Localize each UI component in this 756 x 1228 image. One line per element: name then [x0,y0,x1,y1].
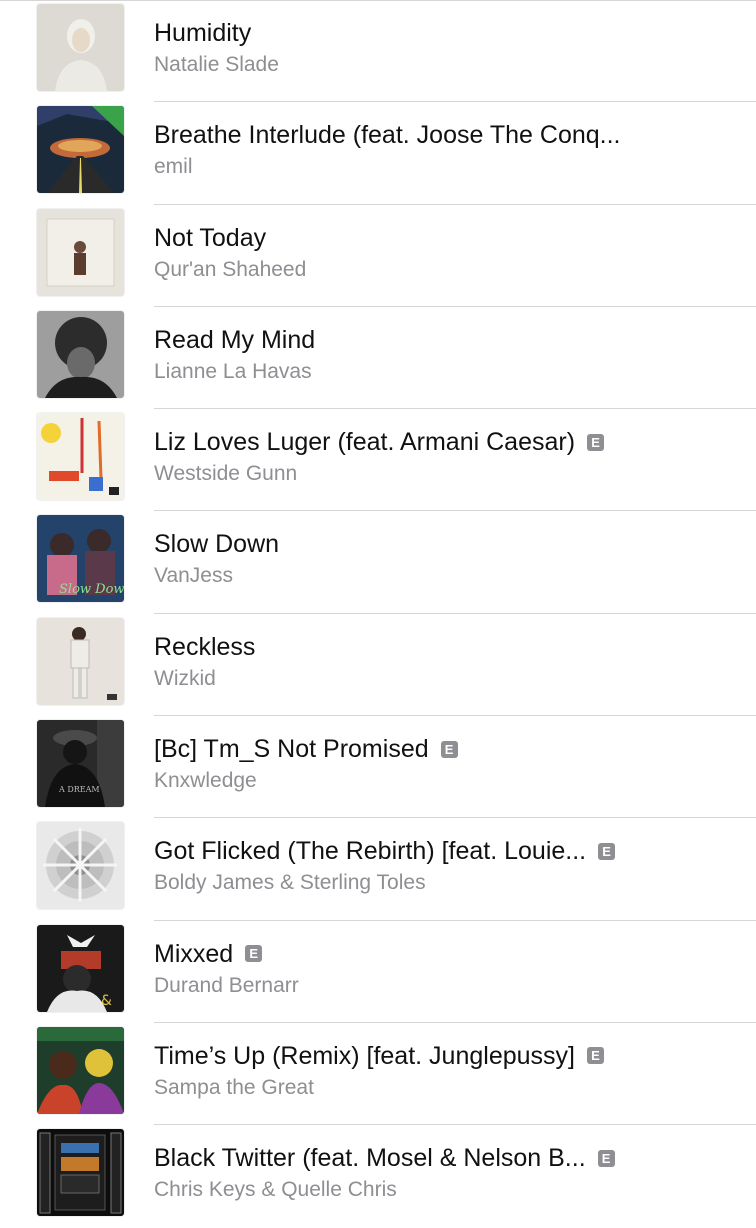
song-row[interactable]: Got Flicked (The Rebirth) [feat. Louie..… [0,818,756,921]
album-artwork[interactable] [37,1026,124,1114]
song-row[interactable]: Time’s Up (Remix) [feat. Junglepussy] E … [0,1023,756,1126]
explicit-badge: E [586,1047,604,1065]
explicit-badge: E [598,842,616,860]
song-row[interactable]: & Mixxed E Durand Bernarr [0,921,756,1023]
song-title: Time’s Up (Remix) [feat. Junglepussy] E [154,1041,744,1071]
explicit-badge: E [440,740,458,758]
song-row[interactable]: Breathe Interlude (feat. Joose The Conq.… [0,102,756,205]
song-row[interactable]: Read My Mind Lianne La Havas [0,307,756,410]
album-artwork-image [37,310,124,398]
album-artwork-image: A DREAM [37,720,124,808]
album-artwork-image [37,1129,124,1217]
song-row[interactable]: Liz Loves Luger (feat. Armani Caesar) E … [0,409,756,512]
song-list: Humidity Natalie Slade Breathe Interlude… [0,0,756,1228]
album-artwork[interactable] [37,413,124,501]
song-title-text: [Bc] Tm_S Not Promised [154,735,429,764]
song-title: Read My Mind [154,325,744,355]
song-title: Slow Down [154,529,744,559]
album-artwork[interactable] [37,106,124,194]
song-artist: Qur'an Shaheed [154,257,307,281]
song-title: Mixxed E [154,939,744,969]
song-artist: Wizkid [154,666,216,690]
album-artwork[interactable]: & [37,924,124,1012]
song-artist: VanJess [154,564,233,588]
song-artist: Chris Keys & Quelle Chris [154,1178,397,1202]
song-artist: Sampa the Great [154,1075,314,1099]
song-title-text: Black Twitter (feat. Mosel & Nelson B... [154,1144,586,1173]
song-title-text: Got Flicked (The Rebirth) [feat. Louie..… [154,837,587,866]
song-artist: Knxwledge [154,769,257,793]
song-row[interactable]: Black Twitter (feat. Mosel & Nelson B...… [0,1125,756,1227]
song-artist: Westside Gunn [154,462,298,486]
song-row[interactable]: Slow Down Slow Down VanJess [0,511,756,614]
album-artwork[interactable]: Slow Down [37,515,124,603]
song-title-text: Reckless [154,632,256,661]
song-artist: emil [154,155,193,179]
album-artwork-image [37,1026,124,1114]
album-artwork-image [37,617,124,705]
song-title-text: Slow Down [154,530,280,559]
song-title-text: Not Today [154,223,267,252]
album-artwork[interactable] [37,617,124,705]
song-title: Breathe Interlude (feat. Joose The Conq.… [154,120,744,150]
album-artwork-image: & [37,924,124,1012]
song-title: Black Twitter (feat. Mosel & Nelson B...… [154,1143,744,1173]
explicit-badge: E [597,1149,615,1167]
vanjess-artwork-text: Slow Down [59,582,124,597]
album-artwork[interactable] [37,1129,124,1217]
svg-text:&: & [101,993,112,1009]
song-title-text: Humidity [154,19,252,47]
album-artwork-image: Slow Down [37,515,124,603]
album-artwork-image [37,413,124,501]
song-row[interactable]: Not Today Qur'an Shaheed [0,205,756,307]
song-title: Not Today [154,223,744,253]
song-title-text: Breathe Interlude (feat. Joose The Conq.… [154,121,621,150]
song-artist: Boldy James & Sterling Toles [154,871,426,895]
album-artwork[interactable] [37,4,124,91]
song-title-text: Read My Mind [154,325,316,354]
song-title-text: Mixxed [154,939,234,968]
song-artist: Lianne La Havas [154,359,312,383]
album-artwork[interactable] [37,310,124,398]
song-row[interactable]: Reckless Wizkid [0,614,756,717]
knxwledge-artwork-text: A DREAM [58,785,100,794]
song-artist: Durand Bernarr [154,973,299,997]
song-row[interactable]: A DREAM [Bc] Tm_S Not Promised E Knxwled… [0,716,756,819]
album-artwork[interactable]: A DREAM [37,720,124,808]
explicit-badge: E [587,433,605,451]
song-title-text: Liz Loves Luger (feat. Armani Caesar) [154,428,576,457]
song-title: Liz Loves Luger (feat. Armani Caesar) E [154,427,744,457]
album-artwork[interactable] [37,822,124,910]
song-title: Got Flicked (The Rebirth) [feat. Louie..… [154,836,744,866]
song-row[interactable]: Humidity Natalie Slade [0,0,756,103]
album-artwork-image [37,822,124,910]
song-title: Humidity [154,18,744,48]
album-artwork-image [37,4,124,91]
song-title-text: Time’s Up (Remix) [feat. Junglepussy] [154,1041,575,1070]
song-title: Reckless [154,632,744,662]
song-title: [Bc] Tm_S Not Promised E [154,734,744,764]
album-artwork-image [37,208,124,296]
explicit-badge: E [245,945,263,963]
song-artist: Natalie Slade [154,53,279,76]
album-artwork[interactable] [37,208,124,296]
album-artwork-image [37,106,124,194]
